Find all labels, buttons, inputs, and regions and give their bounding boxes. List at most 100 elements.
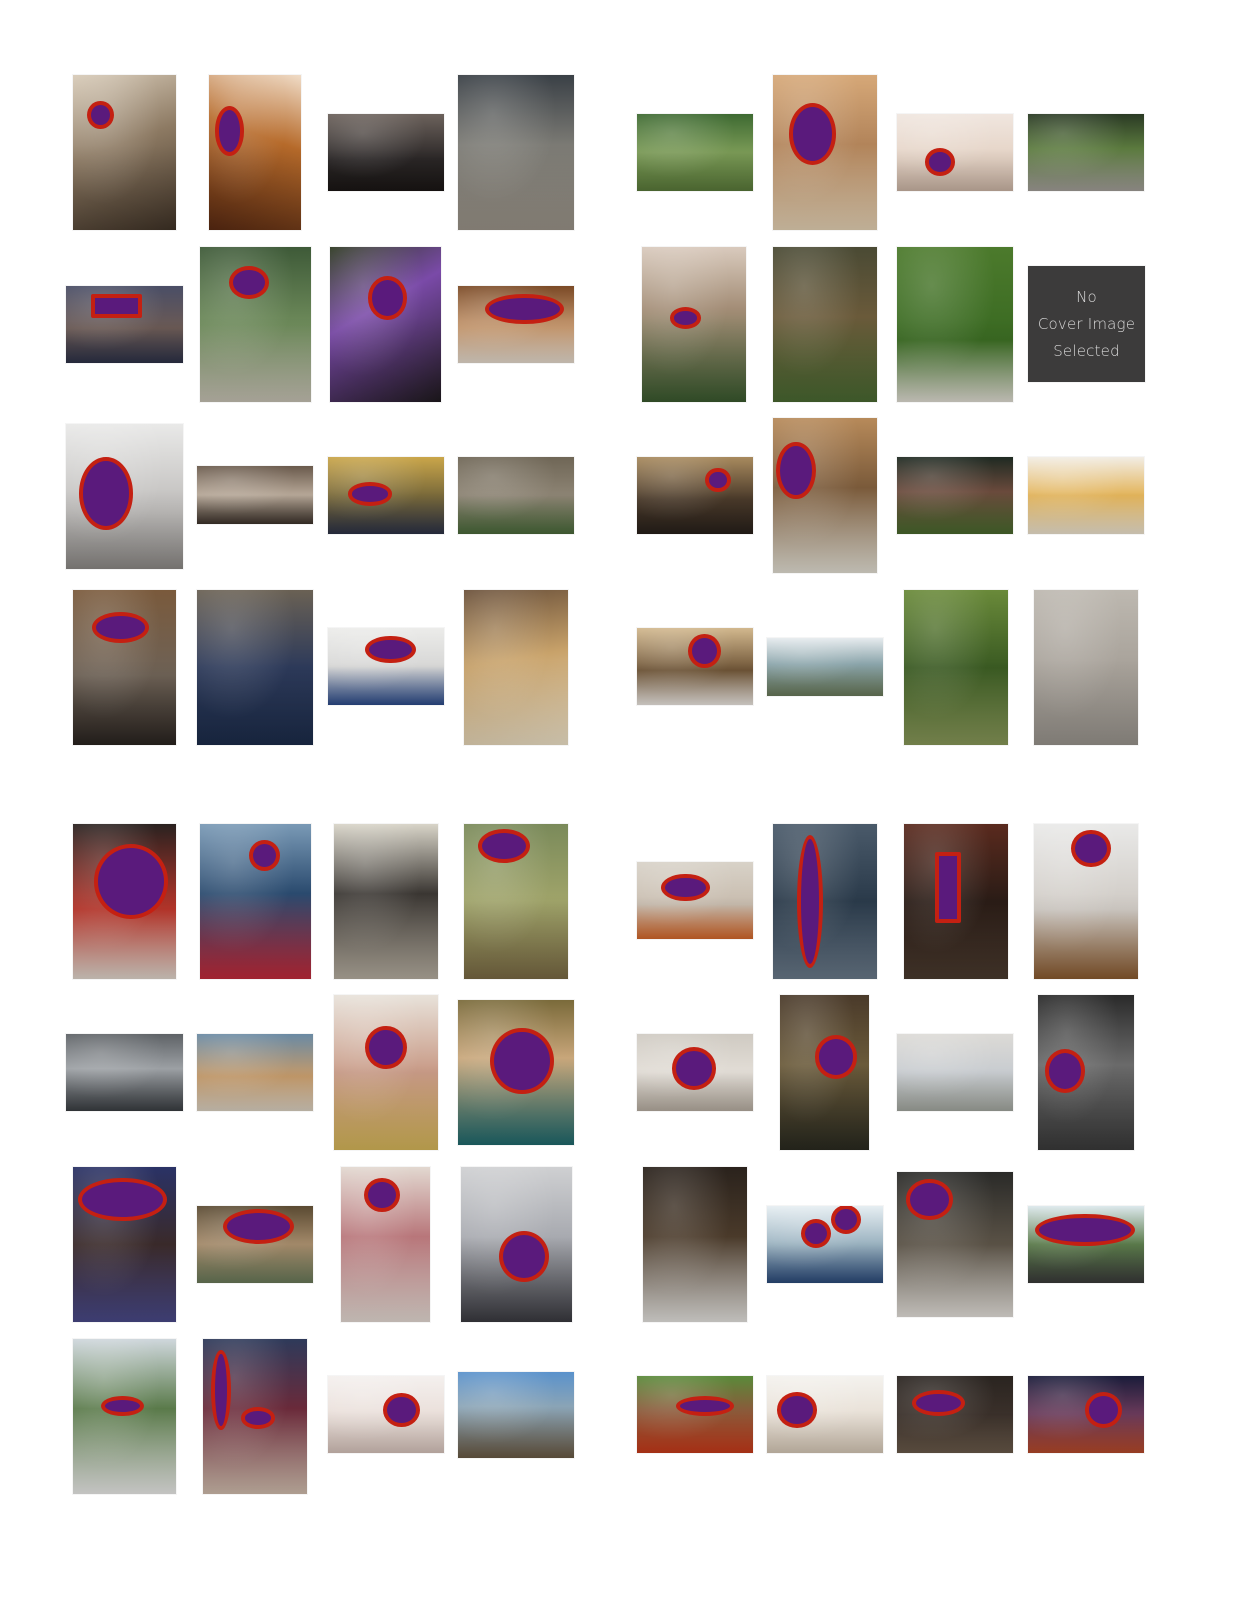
cover-thumbnail[interactable] (328, 114, 444, 191)
cover-thumbnail[interactable] (780, 995, 869, 1150)
face-redaction-mask (477, 828, 530, 863)
placeholder-line-3: Selected (1053, 341, 1120, 360)
cover-thumbnail[interactable] (73, 824, 176, 979)
cover-thumbnail[interactable] (1028, 457, 1144, 534)
face-redaction-mask (671, 1047, 716, 1090)
face-redaction-mask (1044, 1049, 1086, 1093)
cover-thumbnail[interactable] (1038, 995, 1134, 1150)
cover-thumbnail[interactable] (197, 1206, 313, 1283)
thumbnail-shading (904, 590, 1008, 745)
cover-thumbnail[interactable] (197, 466, 313, 524)
cover-thumbnail[interactable] (773, 247, 877, 402)
cover-thumbnail[interactable] (328, 457, 444, 534)
cover-thumbnail[interactable] (458, 286, 574, 363)
cover-thumbnail[interactable] (200, 247, 311, 402)
cover-thumbnail[interactable] (897, 457, 1013, 534)
face-redaction-mask (382, 1392, 420, 1428)
face-redaction-mask (912, 1389, 966, 1417)
cover-thumbnail[interactable] (73, 590, 176, 745)
cover-thumbnail[interactable] (897, 1376, 1013, 1453)
cover-thumbnail[interactable] (1034, 590, 1138, 745)
cover-thumbnail[interactable] (203, 1339, 307, 1494)
face-redaction-mask (210, 1349, 231, 1431)
cover-thumbnail[interactable] (642, 247, 746, 402)
thumbnail-shading (458, 457, 574, 534)
thumbnail-shading (334, 824, 438, 979)
cover-thumbnail[interactable] (341, 1167, 430, 1322)
thumbnail-shading (328, 114, 444, 191)
cover-thumbnail[interactable] (767, 1376, 883, 1453)
cover-thumbnail[interactable] (328, 1376, 444, 1453)
cover-thumbnail[interactable] (637, 1034, 753, 1111)
cover-thumbnail[interactable] (197, 1034, 313, 1111)
face-redaction-mask (484, 293, 564, 325)
face-redaction-mask (705, 467, 731, 493)
cover-thumbnail[interactable] (637, 114, 753, 191)
thumbnail-shading (897, 1376, 1013, 1453)
cover-thumbnail[interactable] (897, 1172, 1013, 1317)
face-redaction-mask (688, 634, 721, 669)
thumbnail-shading (773, 824, 877, 979)
cover-thumbnail[interactable] (1028, 114, 1144, 191)
cover-thumbnail[interactable] (328, 628, 444, 705)
cover-thumbnail[interactable] (73, 75, 176, 230)
thumbnail-shading (643, 1167, 747, 1322)
face-redaction-mask (814, 1035, 858, 1079)
cover-thumbnail[interactable] (897, 1034, 1013, 1111)
cover-thumbnail[interactable] (637, 628, 753, 705)
cover-thumbnail[interactable] (637, 862, 753, 939)
cover-thumbnail[interactable] (643, 1167, 747, 1322)
cover-thumbnail[interactable] (637, 457, 753, 534)
cover-thumbnail[interactable] (458, 457, 574, 534)
no-cover-image-placeholder[interactable]: No Cover Image Selected (1028, 266, 1145, 382)
cover-thumbnail[interactable] (1034, 824, 1138, 979)
cover-thumbnail[interactable] (897, 247, 1013, 402)
cover-thumbnail[interactable] (464, 824, 568, 979)
cover-thumbnail[interactable] (197, 590, 313, 745)
thumbnail-shading (66, 1034, 183, 1111)
cover-thumbnail[interactable] (73, 1339, 176, 1494)
face-redaction-mask (78, 457, 133, 530)
cover-thumbnail[interactable] (334, 995, 438, 1150)
thumbnail-shading (464, 590, 568, 745)
cover-thumbnail[interactable] (904, 590, 1008, 745)
cover-thumbnail[interactable] (461, 1167, 572, 1322)
face-redaction-mask (800, 1219, 831, 1249)
cover-thumbnail[interactable] (464, 590, 568, 745)
thumbnail-shading (897, 247, 1013, 402)
face-redaction-mask (906, 1179, 953, 1220)
face-redaction-mask (924, 147, 955, 176)
cover-thumbnail[interactable] (66, 1034, 183, 1111)
cover-thumbnail[interactable] (458, 75, 574, 230)
thumbnail-shading (197, 590, 313, 745)
cover-thumbnail[interactable] (767, 638, 883, 696)
cover-thumbnail[interactable] (897, 114, 1013, 191)
thumbnail-shading (637, 862, 753, 939)
cover-thumbnail[interactable] (904, 824, 1008, 979)
thumbnail-shading (1028, 457, 1144, 534)
thumbnail-shading (897, 114, 1013, 191)
face-redaction-mask (661, 873, 711, 902)
cover-thumbnail[interactable] (767, 1206, 883, 1283)
cover-thumbnail[interactable] (773, 75, 877, 230)
face-redaction-mask (93, 844, 168, 919)
cover-thumbnail[interactable] (66, 424, 183, 569)
cover-thumbnail[interactable] (458, 1372, 574, 1458)
thumbnail-shading (773, 247, 877, 402)
cover-thumbnail[interactable] (200, 824, 311, 979)
thumbnail-shading (197, 466, 313, 524)
cover-thumbnail[interactable] (66, 286, 183, 363)
cover-thumbnail[interactable] (637, 1376, 753, 1453)
face-redaction-mask (214, 106, 244, 156)
cover-thumbnail[interactable] (458, 1000, 574, 1145)
cover-thumbnail[interactable] (773, 824, 877, 979)
cover-thumbnail[interactable] (773, 418, 877, 573)
cover-thumbnail[interactable] (334, 824, 438, 979)
cover-thumbnail[interactable] (1028, 1206, 1144, 1283)
face-redaction-mask (90, 293, 143, 319)
cover-thumbnail[interactable] (330, 247, 441, 402)
cover-thumbnail[interactable] (73, 1167, 176, 1322)
cover-thumbnail[interactable] (1028, 1376, 1144, 1453)
face-redaction-mask (240, 1407, 276, 1429)
cover-thumbnail[interactable] (209, 75, 301, 230)
